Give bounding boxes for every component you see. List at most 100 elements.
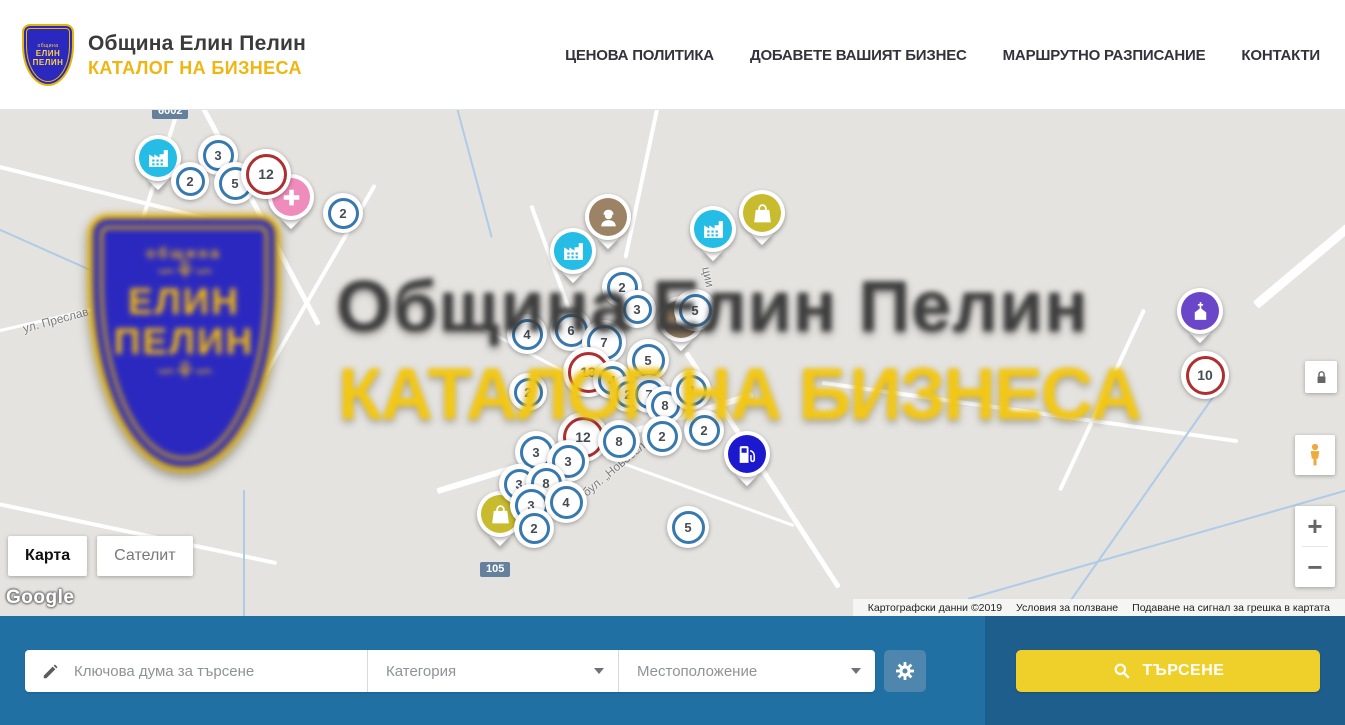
nav-item-contacts[interactable]: КОНТАКТИ	[1241, 47, 1320, 64]
google-logo[interactable]: Google	[6, 587, 74, 609]
cluster-count: 8	[661, 398, 668, 413]
attribution-copyright: Картографски данни ©2019	[861, 602, 1009, 614]
map-pin-factory[interactable]	[690, 206, 736, 252]
map-cluster-marker[interactable]: 2	[684, 410, 724, 450]
nav-item-pricing[interactable]: ЦЕНОВА ПОЛИТИКА	[565, 47, 714, 64]
cluster-ring: 5	[672, 511, 705, 544]
pegman-icon	[1302, 442, 1328, 468]
search-icon	[1112, 661, 1132, 681]
map-pin-fuel[interactable]	[724, 431, 770, 477]
cluster-count: 7	[600, 335, 607, 350]
attribution-report-link[interactable]: Подаване на сигнал за грешка в картата	[1125, 602, 1337, 614]
cluster-ring: 2	[519, 513, 550, 544]
site-title: Община Елин Пелин	[88, 32, 306, 56]
cluster-count: 4	[523, 327, 530, 342]
cluster-ring: 10	[1186, 356, 1225, 395]
map-cluster-marker[interactable]: 4	[507, 314, 547, 354]
map-canvas[interactable]: 6002105ул. Преславбул. „Новоселции 32512…	[0, 110, 1345, 616]
map-cluster-marker[interactable]: 5	[674, 289, 716, 331]
category-select[interactable]: Категория	[367, 650, 618, 692]
header: община ЕЛИН ПЕЛИН Община Елин Пелин КАТА…	[0, 0, 1345, 110]
cluster-ring: 12	[246, 154, 287, 195]
pencil-icon	[41, 662, 60, 681]
cluster-count: 2	[339, 206, 346, 221]
map-cluster-marker[interactable]: 2	[642, 416, 682, 456]
cluster-count: 2	[658, 429, 665, 444]
zoom-in-button[interactable]: +	[1295, 506, 1335, 546]
cluster-ring: 8	[603, 425, 636, 458]
map-cluster-marker[interactable]: 4	[671, 370, 711, 410]
cluster-count: 3	[214, 148, 221, 163]
map-cluster-marker[interactable]: 12	[241, 149, 291, 199]
markers-layer: 325122235647513422784221283338342510	[0, 110, 1345, 616]
cluster-ring: 3	[623, 295, 652, 324]
cluster-count: 5	[691, 303, 698, 318]
cluster-count: 4	[562, 495, 569, 510]
cluster-count: 6	[567, 323, 574, 338]
cluster-count: 12	[258, 166, 274, 182]
church-icon	[1181, 292, 1219, 330]
keyword-search-input[interactable]	[72, 662, 353, 681]
fuel-icon	[728, 435, 766, 473]
street-view-pegman-button[interactable]	[1295, 435, 1335, 475]
cluster-ring: 4	[550, 486, 583, 519]
cluster-count: 8	[615, 434, 622, 449]
factory-icon	[139, 139, 177, 177]
location-select[interactable]: Местоположение	[618, 650, 875, 692]
cluster-count: 2	[524, 385, 531, 400]
cluster-ring: 2	[328, 198, 359, 229]
map-pin-shopping-bag[interactable]	[739, 190, 785, 236]
search-button-label: ТЪРСЕНЕ	[1143, 662, 1225, 680]
map-cluster-marker[interactable]: 8	[598, 420, 640, 462]
map-cluster-marker[interactable]: 3	[618, 290, 656, 328]
chevron-down-icon	[594, 668, 604, 674]
map-type-toggle: Карта Сателит	[8, 536, 193, 576]
cluster-count: 2	[530, 521, 537, 536]
map-cluster-marker[interactable]: 4	[545, 481, 587, 523]
zoom-out-button[interactable]: −	[1295, 547, 1335, 587]
advanced-options-button[interactable]	[884, 650, 926, 692]
cluster-ring: 5	[632, 344, 665, 377]
cluster-count: 5	[684, 520, 691, 535]
map-cluster-marker[interactable]: 2	[323, 193, 363, 233]
map-cluster-marker[interactable]: 2	[514, 508, 554, 548]
nav-item-add-business[interactable]: ДОБАВЕТЕ ВАШИЯТ БИЗНЕС	[750, 47, 967, 64]
main-nav: ЦЕНОВА ПОЛИТИКА ДОБАВЕТЕ ВАШИЯТ БИЗНЕС М…	[565, 0, 1320, 110]
cluster-ring: 2	[689, 415, 720, 446]
map-cluster-marker[interactable]: 2	[509, 373, 547, 411]
search-button[interactable]: ТЪРСЕНЕ	[1016, 650, 1320, 692]
map-type-map-button[interactable]: Карта	[8, 536, 87, 576]
category-select-label: Категория	[386, 663, 594, 680]
map-pin-factory[interactable]	[550, 228, 596, 274]
map-cluster-marker[interactable]: 5	[667, 506, 709, 548]
search-bar: Категория Местоположение ТЪРСЕНЕ	[0, 616, 1345, 725]
cluster-count: 3	[633, 302, 640, 317]
lock-button[interactable]	[1305, 361, 1337, 393]
cluster-count: 4	[687, 383, 694, 398]
gear-icon	[893, 659, 917, 683]
map-pin-church[interactable]	[1177, 288, 1223, 334]
map-cluster-marker[interactable]: 2	[171, 162, 209, 200]
municipality-crest-icon: община ЕЛИН ПЕЛИН	[22, 24, 74, 86]
site-subtitle: КАТАЛОГ НА БИЗНЕСА	[88, 58, 306, 79]
search-field-group: Категория Местоположение	[25, 650, 875, 692]
cluster-ring: 2	[176, 167, 205, 196]
cluster-ring: 5	[679, 294, 712, 327]
lock-icon	[1312, 368, 1331, 387]
cluster-ring: 4	[676, 375, 707, 406]
cluster-count: 2	[618, 280, 625, 295]
cluster-count: 2	[186, 174, 193, 189]
cluster-ring: 2	[514, 378, 543, 407]
cluster-ring: 2	[647, 421, 678, 452]
location-select-label: Местоположение	[637, 663, 851, 680]
shopping-bag-icon	[743, 194, 781, 232]
map-cluster-marker[interactable]: 10	[1181, 351, 1229, 399]
factory-icon	[694, 210, 732, 248]
cluster-count: 3	[532, 445, 539, 460]
site-logo[interactable]: община ЕЛИН ПЕЛИН Община Елин Пелин КАТА…	[22, 24, 306, 86]
nav-item-timetable[interactable]: МАРШРУТНО РАЗПИСАНИЕ	[1003, 47, 1206, 64]
site-title-block: Община Елин Пелин КАТАЛОГ НА БИЗНЕСА	[88, 32, 306, 79]
attribution-terms-link[interactable]: Условия за ползване	[1009, 602, 1125, 614]
cluster-count: 5	[231, 176, 238, 191]
map-type-satellite-button[interactable]: Сателит	[97, 536, 192, 576]
